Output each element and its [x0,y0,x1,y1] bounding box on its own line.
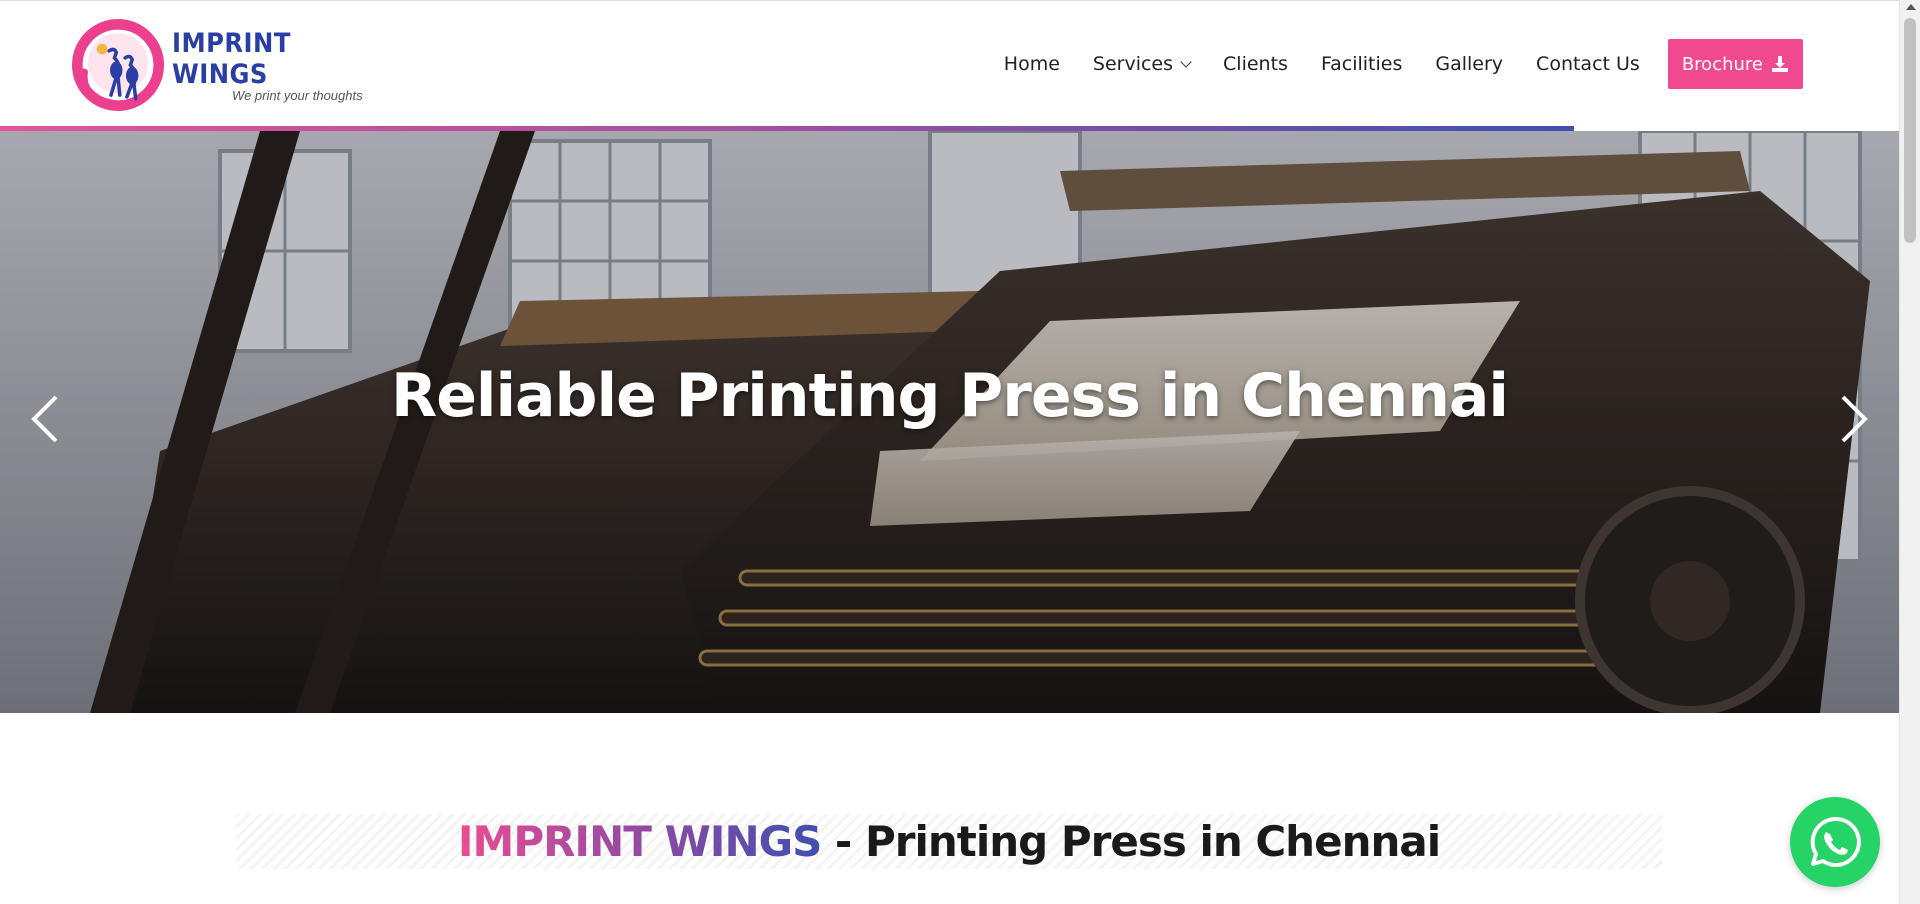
scroll-thumb[interactable] [1904,18,1916,243]
nav-facilities[interactable]: Facilities [1321,53,1402,75]
nav-services-label: Services [1092,53,1174,75]
intro-section-heading: IMPRINT WINGS - Printing Press in Chenna… [236,814,1662,869]
brochure-label: Brochure [1681,53,1763,75]
carousel-next-button[interactable] [1833,389,1873,449]
nav-clients[interactable]: Clients [1223,53,1288,75]
brochure-button[interactable]: Brochure [1667,39,1803,89]
download-icon [1772,56,1788,72]
nav-gallery[interactable]: Gallery [1435,53,1503,75]
nav-contact-us[interactable]: Contact Us [1536,53,1640,75]
brand-name: IMPRINT WINGS [172,27,291,90]
hero-title: Reliable Printing Press in Chennai [391,361,1509,431]
chevron-down-icon [1180,55,1192,68]
section-title: IMPRINT WINGS - Printing Press in Chenna… [236,814,1662,869]
whatsapp-button[interactable] [1790,797,1880,887]
site-header: IMPRINT WINGS We print your thoughts Hom… [0,0,1899,126]
carousel-prev-button[interactable] [26,389,66,449]
logo-cranes-icon [72,18,165,112]
logo[interactable]: IMPRINT WINGS We print your thoughts [72,13,392,117]
chevron-right-icon [1841,395,1868,443]
nav-home[interactable]: Home [1004,53,1060,75]
section-title-brand: IMPRINT WINGS [457,817,822,866]
whatsapp-icon [1810,816,1861,867]
scroll-up-icon[interactable] [1906,4,1916,10]
page-scrollbar[interactable] [1899,0,1920,904]
brand-tagline: We print your thoughts [232,87,363,103]
chevron-left-icon [31,395,58,443]
main-nav: Home Services Clients Facilities Gallery… [971,39,1803,89]
hero-carousel: Reliable Printing Press in Chennai [0,131,1899,713]
nav-services[interactable]: Services [1092,53,1192,75]
section-title-rest: - Printing Press in Chennai [821,817,1441,866]
